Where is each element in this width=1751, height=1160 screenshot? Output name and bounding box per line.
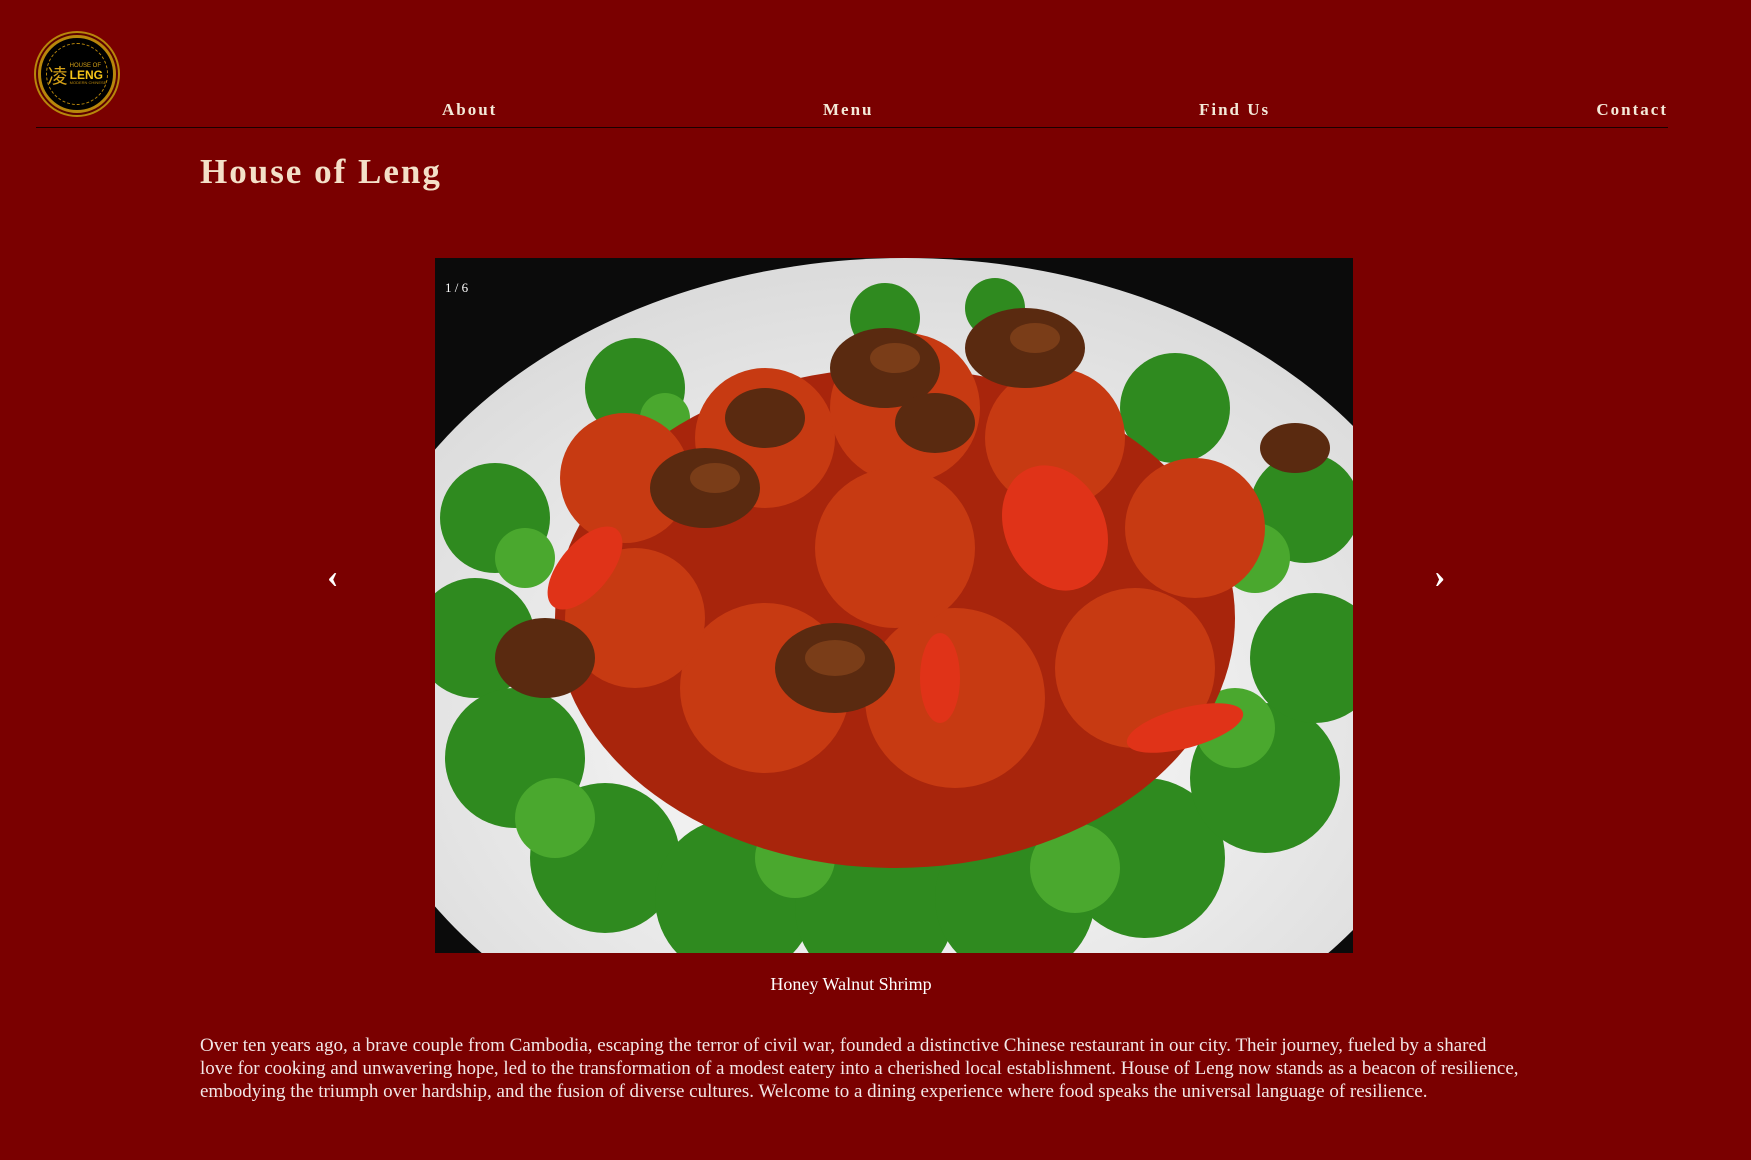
slideshow-image: 1 / 6 xyxy=(435,258,1353,953)
logo-line3: MODERN CHINESE xyxy=(69,80,107,85)
slide-next-button[interactable]: › xyxy=(1434,560,1445,594)
logo-emblem: 凌 HOUSE OF LENG MODERN CHINESE xyxy=(46,43,108,105)
logo-character: 凌 xyxy=(47,65,68,88)
main-nav: About Menu Find Us Contact xyxy=(36,98,1668,128)
about-description: Over ten years ago, a brave couple from … xyxy=(200,1035,1519,1102)
nav-find-us[interactable]: Find Us xyxy=(1199,100,1270,120)
logo-text-group: HOUSE OF LENG MODERN CHINESE xyxy=(70,63,107,85)
slide-caption: Honey Walnut Shrimp xyxy=(770,974,932,994)
nav-contact[interactable]: Contact xyxy=(1596,100,1668,120)
page-title: House of Leng xyxy=(200,152,442,191)
slide-counter: 1 / 6 xyxy=(445,280,469,295)
slide-prev-button[interactable]: ‹ xyxy=(327,560,338,594)
nav-menu[interactable]: Menu xyxy=(823,100,874,120)
dish-photo xyxy=(435,258,1353,953)
nav-about[interactable]: About xyxy=(442,100,497,120)
